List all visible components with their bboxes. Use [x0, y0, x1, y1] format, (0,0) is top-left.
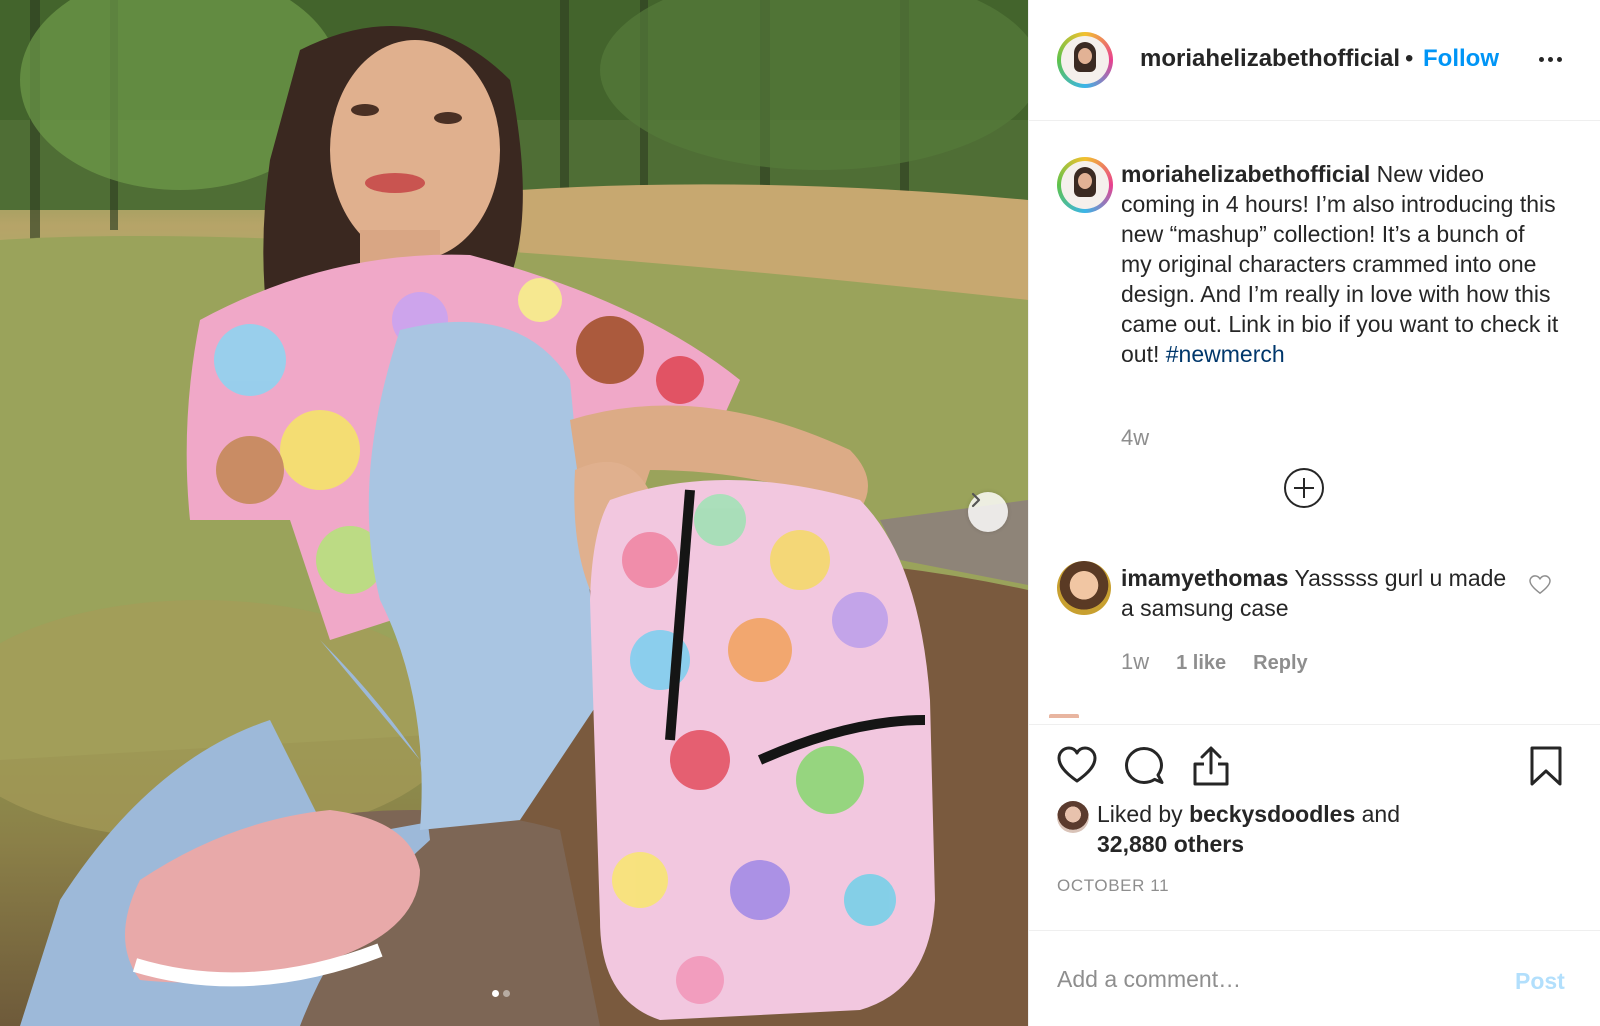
next-slide-button[interactable]: [968, 492, 1008, 532]
post-date[interactable]: OCTOBER 11: [1057, 876, 1169, 896]
header-separator: •: [1405, 45, 1414, 72]
more-options-icon[interactable]: [1539, 48, 1567, 70]
load-more-comments-button[interactable]: [1284, 468, 1324, 508]
caption-text: New video coming in 4 hours! I’m also in…: [1121, 161, 1559, 367]
comment-speech-bubble-icon[interactable]: [1123, 745, 1165, 787]
comment-timestamp: 1w: [1121, 649, 1150, 674]
carousel-indicator: [492, 990, 510, 997]
share-icon[interactable]: [1190, 745, 1232, 787]
comment-likes-count[interactable]: 1 like: [1176, 652, 1226, 675]
save-bookmark-icon[interactable]: [1527, 745, 1565, 787]
next-comment-avatar-edge: [1049, 714, 1079, 718]
likes-summary: Liked by beckysdoodles and 32,880 others: [1097, 799, 1567, 859]
liker-avatar[interactable]: [1057, 801, 1089, 833]
comment-input[interactable]: [1057, 959, 1477, 999]
carousel-dot: [503, 990, 510, 997]
carousel-dot-active: [492, 990, 499, 997]
comments-section[interactable]: moriahelizabethofficial New video coming…: [1029, 121, 1600, 724]
caption-username[interactable]: moriahelizabethofficial: [1121, 161, 1370, 187]
commenter-avatar[interactable]: [1057, 561, 1111, 615]
commenter-username[interactable]: imamyethomas: [1121, 565, 1288, 591]
comment-meta: 1w 1 like Reply: [1121, 649, 1308, 675]
follow-button[interactable]: Follow: [1423, 45, 1499, 73]
post-photo[interactable]: [0, 0, 1028, 1026]
comment-like-heart-icon[interactable]: [1529, 575, 1551, 595]
post-caption: moriahelizabethofficial New video coming…: [1121, 159, 1561, 369]
author-username[interactable]: moriahelizabethofficial: [1140, 45, 1400, 73]
like-heart-icon[interactable]: [1056, 745, 1098, 785]
post-actions: Liked by beckysdoodles and 32,880 others …: [1029, 724, 1600, 930]
hashtag-link[interactable]: #newmerch: [1166, 341, 1285, 367]
reply-button[interactable]: Reply: [1253, 652, 1307, 675]
chevron-right-icon: [971, 492, 981, 508]
likes-middle: and: [1355, 801, 1401, 827]
likes-others-count[interactable]: 32,880 others: [1097, 831, 1244, 857]
post-details-panel: moriahelizabethofficial • Follow moriahe…: [1028, 0, 1600, 1026]
caption-avatar[interactable]: [1057, 157, 1113, 213]
liker-username[interactable]: beckysdoodles: [1189, 801, 1355, 827]
post-comment-button[interactable]: Post: [1515, 968, 1565, 995]
photo-illustration: [0, 0, 1028, 1026]
caption-timestamp: 4w: [1121, 425, 1150, 450]
likes-prefix: Liked by: [1097, 801, 1190, 827]
comment: imamyethomas Yasssss gurl u made a samsu…: [1121, 563, 1521, 623]
author-avatar[interactable]: [1057, 32, 1113, 88]
post-header: moriahelizabethofficial • Follow: [1029, 0, 1600, 121]
add-comment-bar: Post: [1029, 930, 1600, 1026]
